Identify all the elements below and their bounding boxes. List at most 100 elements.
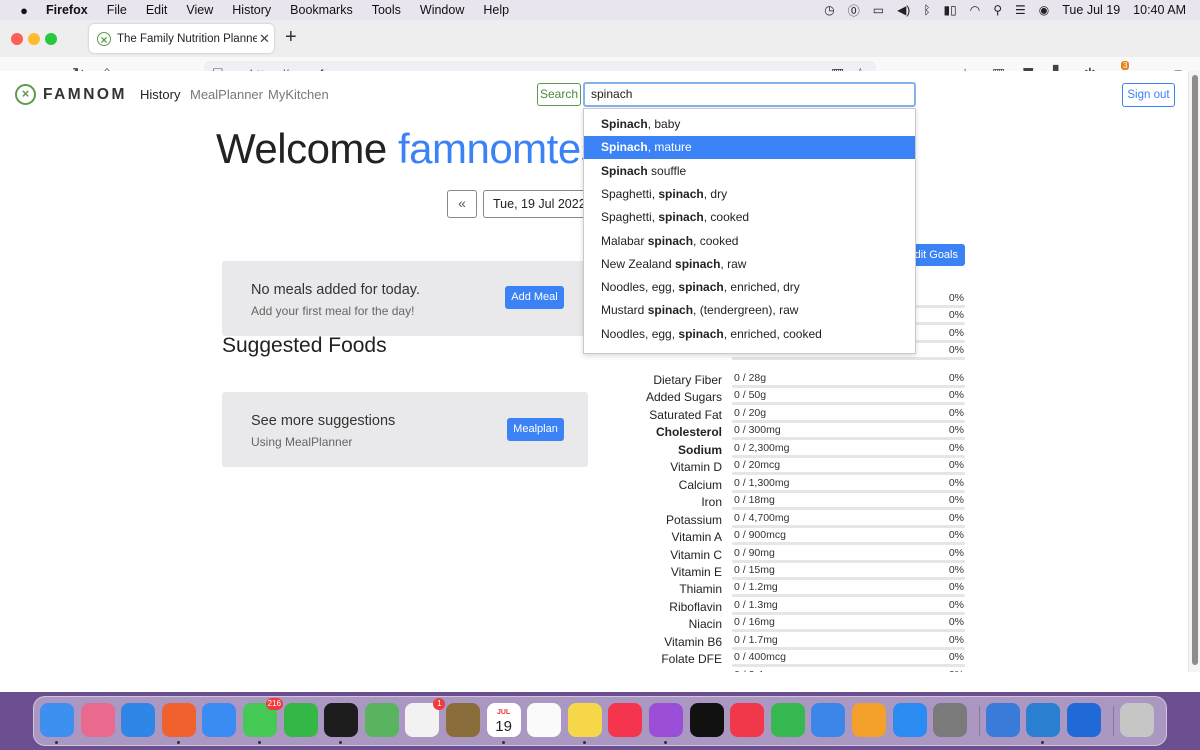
music-icon[interactable] (608, 703, 643, 737)
nutrient-amount: 0 / 400mcg (734, 651, 786, 664)
search-suggestion-item[interactable]: Noodles, egg, spinach, enriched, dry (584, 276, 915, 299)
browser-tab-active[interactable]: × The Family Nutrition Planner - F ✕ (89, 24, 274, 53)
nutrient-name: Sodium (678, 442, 722, 457)
calendar-icon[interactable]: JUL 19 (486, 703, 521, 744)
famnom-favicon-icon: × (97, 31, 111, 47)
close-window-button[interactable] (11, 33, 23, 45)
nutrient-percent: 0% (948, 651, 964, 664)
menu-firefox[interactable]: Firefox (46, 3, 88, 17)
nutrient-name: Added Sugars (645, 390, 722, 405)
photos-icon[interactable]: 1 (405, 698, 446, 737)
menu-bookmarks[interactable]: Bookmarks (290, 3, 353, 17)
messages-badge: 216 (265, 698, 283, 710)
food-search-input[interactable]: spinach (583, 82, 916, 107)
dock-separator (978, 706, 980, 736)
nutrient-percent: 0% (948, 529, 964, 542)
keynote-icon[interactable] (811, 703, 846, 737)
page-scrollbar[interactable] (1188, 71, 1200, 672)
search-suggestion-item[interactable]: Spinach souffle (584, 160, 915, 183)
podcasts-icon[interactable] (649, 703, 683, 744)
firefox-icon[interactable] (161, 703, 196, 744)
apple-menu-icon[interactable]: ● (16, 3, 32, 18)
trash-icon[interactable] (1119, 703, 1154, 737)
menu-help[interactable]: Help (483, 3, 509, 17)
reminders-icon[interactable] (527, 703, 562, 737)
nutrient-row: Vitamin C 0 / 90mg 0% (600, 547, 965, 564)
nutrient-percent: 0% (949, 669, 964, 672)
scrollbar-thumb[interactable] (1192, 75, 1198, 665)
menu-window[interactable]: Window (420, 3, 464, 17)
menubar-date[interactable]: Tue Jul 19 (1062, 3, 1120, 17)
menu-view[interactable]: View (186, 3, 213, 17)
launchpad-icon[interactable] (80, 703, 115, 737)
facetime-icon[interactable] (283, 703, 318, 737)
zoom-window-button[interactable] (45, 33, 57, 45)
battery-icon[interactable]: ▮▯ (944, 3, 957, 17)
search-suggestion-item[interactable]: Spinach, baby (584, 113, 915, 136)
messages-icon[interactable]: 216 (243, 698, 283, 744)
nav-history[interactable]: History (140, 87, 180, 102)
previous-day-button[interactable]: « (447, 190, 477, 218)
siri-icon[interactable]: ◉ (1039, 3, 1049, 17)
search-suggestion-item[interactable]: Noodles, egg, spinach, enriched, cooked (584, 323, 915, 346)
search-suggestion-item[interactable]: Spaghetti, spinach, cooked (584, 206, 915, 229)
nav-mealplanner[interactable]: MealPlanner (190, 87, 263, 102)
famnom-brand[interactable]: × FAMNOM (15, 84, 127, 105)
search-suggestion-item[interactable]: Spinach, mature (584, 136, 915, 160)
search-suggestion-item[interactable]: New Zealand spinach, raw (584, 253, 915, 276)
vscode-icon[interactable] (1026, 703, 1061, 744)
nav-mykitchen[interactable]: MyKitchen (268, 87, 329, 102)
tv-icon[interactable] (689, 703, 724, 737)
nutrient-percent: 0% (948, 406, 964, 419)
volume-icon[interactable]: ◀) (897, 3, 910, 17)
notes-icon[interactable] (567, 703, 602, 744)
1password-status-icon[interactable]: ⓪ (848, 2, 860, 19)
search-suggestion-item[interactable]: Spaghetti, spinach, dry (584, 183, 915, 206)
mealplan-button[interactable]: Mealplan (507, 418, 564, 441)
mail-icon[interactable] (202, 703, 237, 737)
maps-icon[interactable] (364, 703, 399, 737)
terminal-icon[interactable] (324, 703, 359, 744)
menu-tools[interactable]: Tools (372, 3, 401, 17)
xcode-icon[interactable] (985, 703, 1020, 737)
running-indicator (582, 741, 586, 744)
nutrient-progress-bar (732, 472, 965, 476)
menubar-time[interactable]: 10:40 AM (1133, 3, 1186, 17)
1password-icon[interactable] (1067, 703, 1101, 737)
wifi-icon[interactable]: ◠ (970, 3, 980, 17)
add-meal-button[interactable]: Add Meal (505, 286, 564, 309)
time-machine-icon[interactable]: ◷ (824, 3, 834, 17)
nutrient-name: Niacin (688, 617, 722, 632)
date-picker[interactable]: Tue, 19 Jul 2022 (483, 190, 593, 218)
numbers-icon[interactable] (770, 703, 805, 737)
nutrient-progress-bar (732, 664, 965, 668)
news-icon[interactable] (730, 703, 765, 737)
safari-icon[interactable] (121, 703, 156, 737)
pages-icon[interactable] (852, 703, 886, 737)
menu-edit[interactable]: Edit (146, 3, 168, 17)
control-center-icon[interactable]: ☰ (1015, 3, 1026, 17)
new-tab-button[interactable]: + (285, 26, 297, 49)
bluetooth-icon[interactable]: ᛒ (923, 3, 930, 17)
search-suggestion-item[interactable]: Mustard spinach, (tendergreen), raw (584, 299, 915, 322)
nutrient-percent: 0% (948, 598, 964, 611)
nutrient-amount: 0 / 1.3mg (734, 598, 778, 611)
spotlight-search-icon[interactable]: ⚲ (993, 3, 1002, 17)
preview-icon[interactable] (446, 703, 480, 737)
search-button[interactable]: Search (537, 83, 581, 106)
menu-file[interactable]: File (107, 3, 127, 17)
search-suggestion-item[interactable]: Malabar spinach, cooked (584, 230, 915, 253)
sign-out-button[interactable]: Sign out (1122, 83, 1175, 107)
display-icon[interactable]: ▭ (873, 3, 884, 17)
menu-history[interactable]: History (232, 3, 271, 17)
nutrient-percent: 0% (948, 581, 964, 594)
system-preferences-icon[interactable] (933, 703, 968, 737)
more-suggestions-subtitle: Using MealPlanner (251, 435, 353, 449)
finder-icon[interactable] (40, 703, 74, 744)
app-store-icon[interactable] (892, 703, 927, 737)
web-page: × FAMNOM History MealPlanner MyKitchen S… (0, 71, 1188, 672)
welcome-heading: Welcome famnomtest (216, 125, 613, 172)
nutrient-name: Vitamin B12 (658, 670, 722, 672)
close-tab-icon[interactable]: ✕ (259, 31, 270, 47)
minimize-window-button[interactable] (28, 33, 40, 45)
